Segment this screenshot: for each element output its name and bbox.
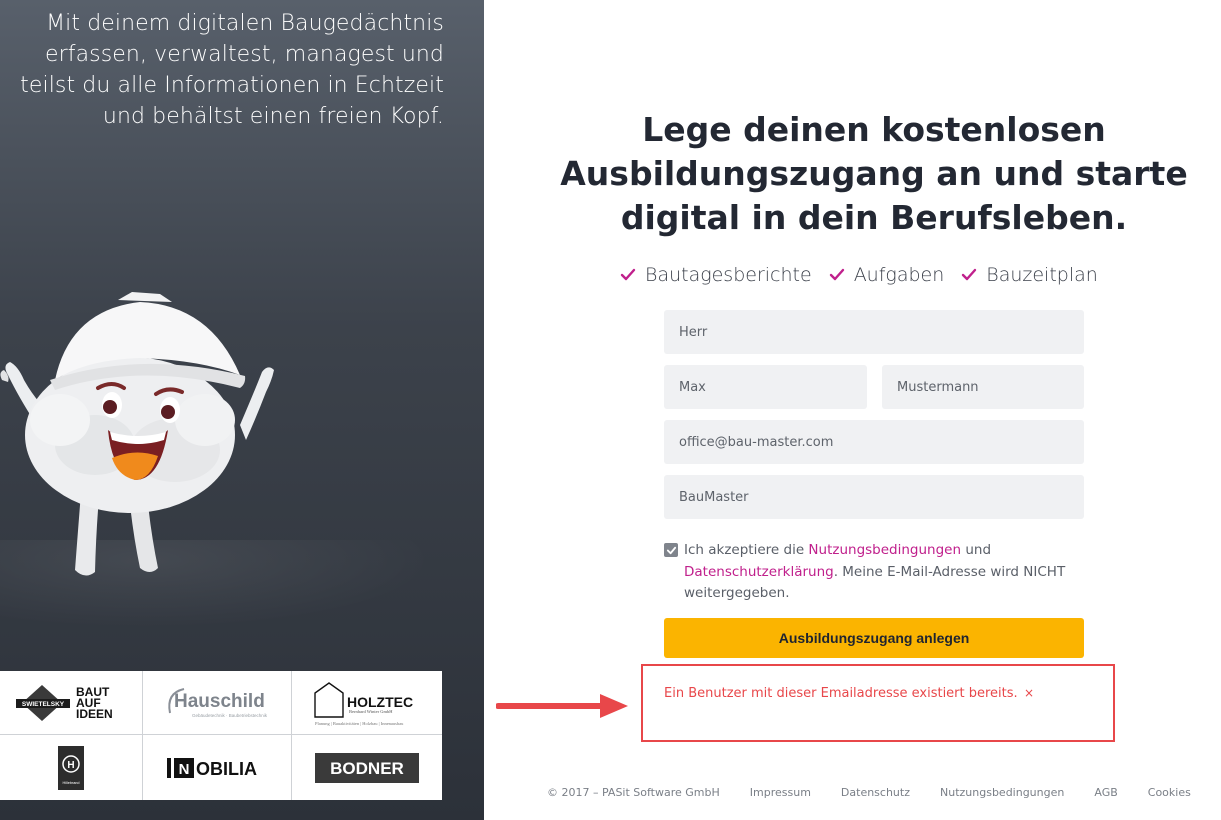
copyright: © 2017 – PASit Software GmbH [547,786,720,799]
logo-holztec: HOLZTEC Bernhard Winter GmbH Planung | B… [292,671,442,735]
svg-text:Hauschild: Hauschild [174,691,265,712]
swietelsky-logo: SWIETELSKY BAUT AUF IDEEN [16,684,113,721]
email-field[interactable] [664,420,1084,464]
footer: © 2017 – PASit Software GmbH Impressum D… [547,786,1191,799]
footer-link-impressum[interactable]: Impressum [750,786,811,799]
tagline: Mit deinem digitalen Baugedächtnis erfas… [20,11,444,129]
feature-label: Bauzeitplan [986,264,1098,286]
svg-text:Planung | Bauaktivitäten | Hol: Planung | Bauaktivitäten | Holzbau | Inn… [315,721,404,726]
logo-inmobilia: N OBILIA [143,735,292,800]
feature-label: Bautagesberichte [645,264,812,286]
partner-logo-grid: SWIETELSKY BAUT AUF IDEEN Hauschild Gebä… [0,671,442,800]
left-panel: Mit deinem digitalen Baugedächtnis erfas… [0,0,484,820]
salutation-field[interactable] [664,310,1084,354]
create-account-button[interactable]: Ausbildungszugang anlegen [664,618,1084,658]
privacy-link[interactable]: Datenschutzerklärung [684,564,834,580]
consent-prefix: Ich akzeptiere die [684,542,809,558]
feature-label: Aufgaben [853,264,945,286]
terms-link[interactable]: Nutzungsbedingungen [808,542,961,558]
bodner-logo: BODNER [315,752,419,783]
consent-mid: und [961,542,992,558]
svg-text:Bernhard Winter GmbH: Bernhard Winter GmbH [349,709,393,714]
footer-link-datenschutz[interactable]: Datenschutz [841,786,910,799]
feature-item: Aufgaben [829,264,945,286]
company-field[interactable] [664,475,1084,519]
svg-text:Hillebrand: Hillebrand [62,781,79,785]
logo-hauschild: Hauschild Gebäudetechnik · Baubetriebste… [143,671,292,735]
svg-text:OBILIA: OBILIA [196,759,257,779]
error-message: Ein Benutzer mit dieser Emailadresse exi… [664,686,1018,701]
logo-hillebrand: H Hillebrand [0,735,143,800]
svg-text:SWIETELSKY: SWIETELSKY [22,701,65,708]
checkmark-icon [620,268,636,281]
hauschild-logo: Hauschild Gebäudetechnik · Baubetriebste… [168,687,268,718]
error-highlight-box [641,664,1115,742]
checkbox-check-icon [666,546,676,554]
feature-list: Bautagesberichte Aufgaben Bauzeitplan [620,260,1140,290]
page-title: Lege deinen kostenlosen Ausbildungszugan… [560,110,1188,237]
checkmark-icon [829,268,844,281]
error-close-button[interactable]: × [1024,686,1034,700]
feature-item: Bautagesberichte [620,264,812,286]
svg-text:IDEEN: IDEEN [76,707,113,721]
svg-text:Gebäudetechnik · Baubetriebste: Gebäudetechnik · Baubetriebstechnik [192,713,268,718]
annotation-arrow-icon [496,694,628,718]
svg-text:N: N [179,761,190,778]
last-name-field[interactable] [882,365,1084,409]
footer-link-nutzungsbedingungen[interactable]: Nutzungsbedingungen [940,786,1064,799]
consent-text: Ich akzeptiere die Nutzungsbedingungen u… [684,540,1084,605]
logo-bodner: BODNER [292,735,442,800]
first-name-field[interactable] [664,365,867,409]
hillebrand-logo: H Hillebrand [58,745,84,790]
checkmark-icon [962,268,977,281]
consent-checkbox[interactable] [664,543,678,557]
svg-text:H: H [67,760,74,771]
logo-swietelsky: SWIETELSKY BAUT AUF IDEEN [0,671,143,735]
feature-item: Bauzeitplan [961,264,1098,286]
svg-text:BODNER: BODNER [330,759,404,778]
inmobilia-logo: N OBILIA [167,757,257,779]
footer-link-agb[interactable]: AGB [1094,786,1117,799]
footer-link-cookies[interactable]: Cookies [1148,786,1191,799]
holztec-logo: HOLZTEC Bernhard Winter GmbH Planung | B… [314,681,413,726]
svg-text:HOLZTEC: HOLZTEC [347,694,413,710]
brain-mascot-image [0,292,274,576]
